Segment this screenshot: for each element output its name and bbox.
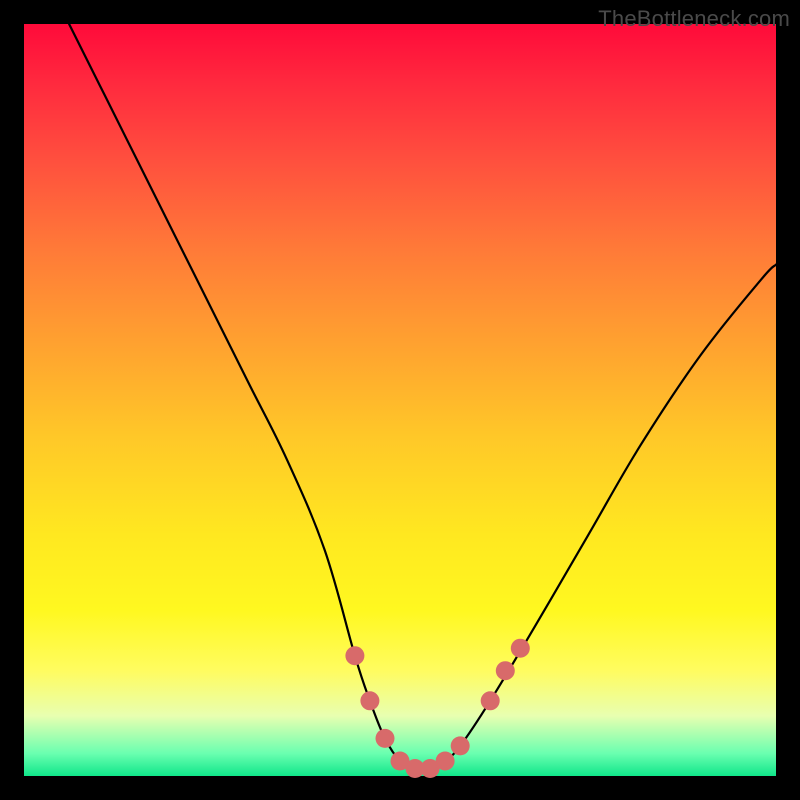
highlight-dot: [451, 736, 470, 755]
bottleneck-curve-svg: [24, 24, 776, 776]
highlight-dot: [481, 691, 500, 710]
highlight-dot: [436, 752, 455, 771]
watermark-text: TheBottleneck.com: [598, 6, 790, 32]
highlight-dot: [345, 646, 364, 665]
highlight-dot: [376, 729, 395, 748]
highlight-dots-group: [345, 639, 529, 778]
highlight-dot: [360, 691, 379, 710]
chart-plot-area: [24, 24, 776, 776]
highlight-dot: [511, 639, 530, 658]
bottleneck-curve-path: [69, 24, 776, 769]
highlight-dot: [496, 661, 515, 680]
